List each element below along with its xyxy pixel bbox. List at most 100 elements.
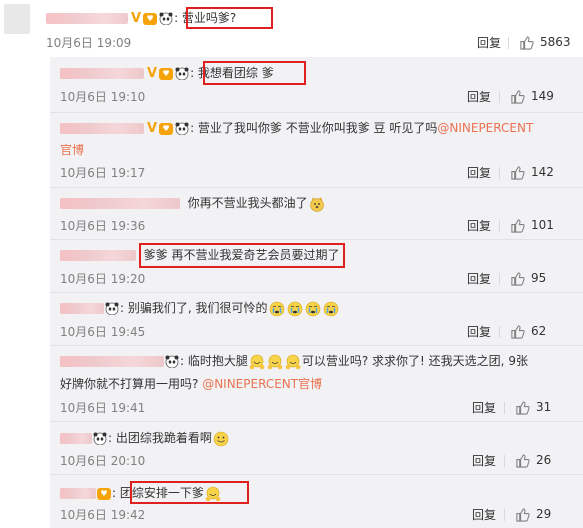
reply-button[interactable]: 回复	[467, 89, 491, 105]
like-button[interactable]: 142	[510, 164, 554, 180]
highlight-box	[186, 7, 273, 29]
action-divider	[508, 37, 509, 49]
blurred-username[interactable]	[60, 250, 136, 261]
vip-badge-icon: ♥	[97, 487, 111, 500]
reply-text: 别骗我们了, 我们很可怜的	[127, 301, 268, 315]
like-button[interactable]: 31	[515, 399, 551, 415]
thumbs-up-icon	[520, 35, 534, 50]
reply-text: 出团综我跪着看啊	[115, 431, 212, 445]
timestamp: 10月6日 19:10	[60, 90, 146, 104]
timestamp: 10月6日 19:36	[60, 219, 146, 233]
blurred-username[interactable]	[60, 356, 164, 367]
reply-separator	[50, 187, 583, 188]
timestamp: 10月6日 20:10	[60, 454, 146, 468]
like-count: 95	[531, 271, 547, 285]
panda-emoji-icon	[159, 12, 173, 25]
user-avatar[interactable]	[4, 4, 30, 34]
mention-link[interactable]: @NINEPERCENT	[437, 121, 533, 135]
blurred-username[interactable]	[60, 488, 96, 499]
reply-button[interactable]: 回复	[472, 453, 496, 469]
like-count: 62	[531, 324, 547, 338]
like-button[interactable]: 29	[515, 506, 551, 522]
like-button[interactable]: 5863	[519, 34, 571, 50]
smile-emoji-icon	[213, 431, 229, 446]
reply-text: 营业了我叫你爹 不营业你叫我爹 豆 听见了吗	[197, 121, 438, 135]
reply-text: 可以营业吗? 求求你了! 还我天选之团, 9张	[301, 354, 528, 368]
highlight-box	[139, 243, 345, 268]
hug-emoji-icon	[267, 354, 283, 369]
mention-link[interactable]: 官博	[60, 143, 84, 157]
verified-v-icon: V	[147, 66, 158, 81]
crying-emoji-icon	[323, 301, 338, 316]
reply-button[interactable]: 回复	[472, 507, 496, 523]
reply-separator	[50, 292, 583, 293]
like-button[interactable]: 26	[515, 452, 551, 468]
like-count: 101	[531, 218, 554, 232]
like-button[interactable]: 149	[510, 88, 554, 104]
action-divider	[499, 167, 500, 179]
vip-badge-icon: ♥	[159, 67, 174, 80]
action-divider	[504, 402, 505, 414]
like-count: 5863	[540, 35, 571, 49]
thumbs-up-icon	[516, 453, 530, 468]
reply-line: V ♥: 营业了我叫你爹 不营业你叫我爹 豆 听见了吗@NINEPERCENT	[60, 120, 533, 137]
reply-text: 临时抱大腿	[187, 354, 248, 368]
like-button[interactable]: 95	[510, 270, 546, 286]
panda-emoji-icon	[93, 432, 107, 445]
reply-line: : 临时抱大腿 可以营业吗? 求求你了! 还我天选之团, 9张	[60, 353, 528, 370]
hug-emoji-icon	[285, 354, 301, 369]
blurred-username[interactable]	[60, 123, 144, 134]
reply-separator	[50, 421, 583, 422]
panda-emoji-icon	[175, 122, 189, 135]
vip-badge-icon: ♥	[143, 12, 158, 25]
like-button[interactable]: 101	[510, 217, 554, 233]
timestamp: 10月6日 19:17	[60, 166, 146, 180]
blurred-username[interactable]	[60, 68, 144, 79]
doge-emoji-icon	[309, 196, 324, 212]
crying-emoji-icon	[269, 301, 284, 316]
reply-separator	[50, 474, 583, 475]
timestamp: 10月6日 19:09	[46, 36, 132, 50]
highlight-box	[203, 61, 306, 85]
reply-text: 好牌你就不打算用一用吗?	[60, 377, 203, 391]
reply-line: : 别骗我们了, 我们很可怜的	[60, 300, 340, 317]
thumbs-up-icon	[511, 218, 525, 233]
like-count: 142	[531, 165, 554, 179]
vip-badge-icon: ♥	[159, 122, 174, 135]
action-divider	[504, 455, 505, 467]
mention-link[interactable]: @NINEPERCENT官博	[202, 377, 322, 391]
thumbs-up-icon	[511, 271, 525, 286]
reply-line-continued: 官博	[60, 142, 84, 159]
like-count: 31	[536, 400, 552, 414]
blurred-username[interactable]	[60, 303, 104, 314]
timestamp: 10月6日 19:45	[60, 325, 146, 339]
blurred-username[interactable]	[60, 433, 92, 444]
like-count: 26	[536, 453, 552, 467]
panda-emoji-icon	[105, 302, 119, 315]
reply-button[interactable]: 回复	[467, 165, 491, 181]
highlight-box	[130, 481, 249, 504]
timestamp: 10月6日 19:20	[60, 272, 146, 286]
crying-emoji-icon	[287, 301, 302, 316]
reply-button[interactable]: 回复	[467, 218, 491, 234]
like-count: 29	[536, 507, 552, 521]
panda-emoji-icon	[175, 67, 189, 80]
reply-button[interactable]: 回复	[467, 324, 491, 340]
blurred-username[interactable]	[46, 13, 128, 24]
action-divider	[499, 91, 500, 103]
verified-v-icon: V	[131, 11, 142, 26]
thumbs-up-icon	[511, 324, 525, 339]
thumbs-up-icon	[516, 507, 530, 522]
blurred-username[interactable]	[60, 198, 180, 209]
reply-line-continued: 好牌你就不打算用一用吗? @NINEPERCENT官博	[60, 376, 322, 393]
reply-button[interactable]: 回复	[472, 400, 496, 416]
like-button[interactable]: 62	[510, 323, 546, 339]
reply-text: 你再不营业我头都油了	[187, 196, 308, 210]
reply-separator	[50, 239, 583, 240]
crying-emoji-icon	[305, 301, 320, 316]
reply-button[interactable]: 回复	[467, 271, 491, 287]
reply-button[interactable]: 回复	[477, 35, 501, 51]
thumbs-up-icon	[516, 400, 530, 415]
reply-separator	[50, 345, 583, 346]
thumbs-up-icon	[511, 165, 525, 180]
